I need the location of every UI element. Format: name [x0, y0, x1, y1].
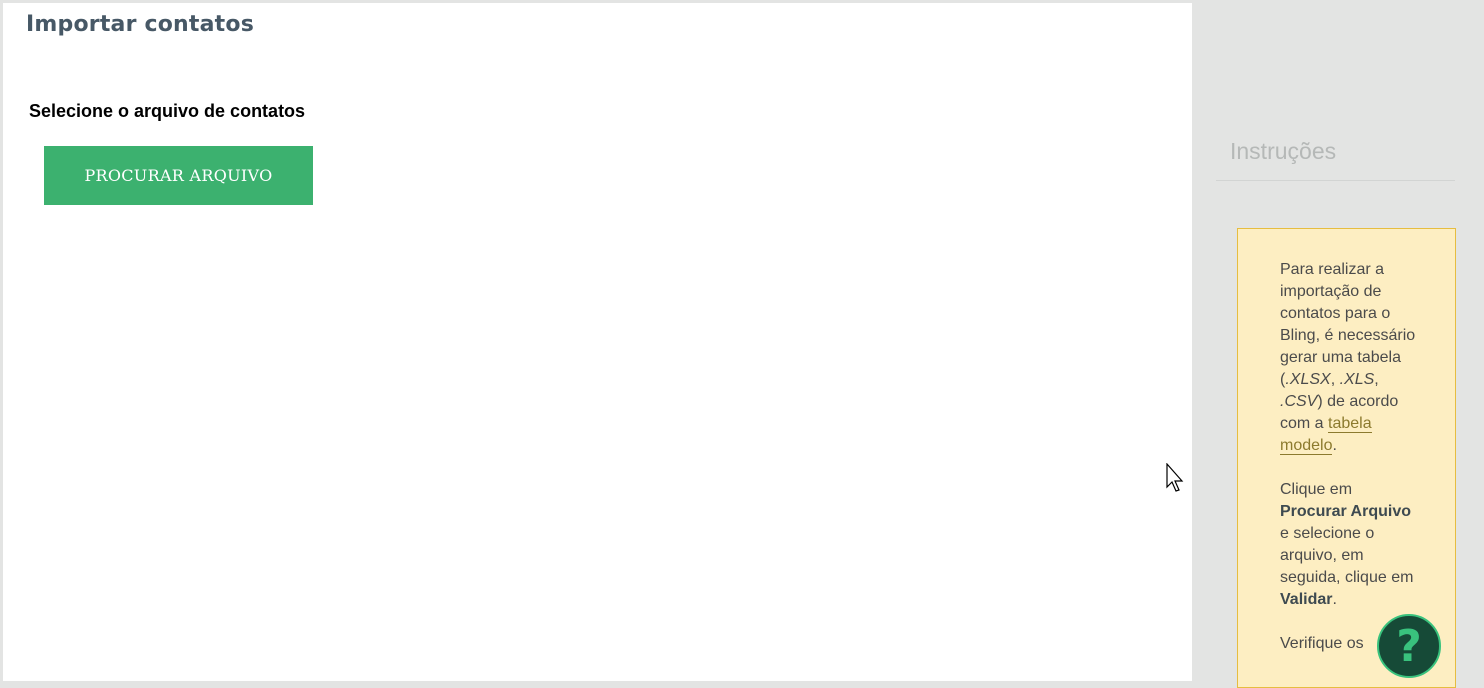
note-text: Para realizar a importação de contatos p…: [1280, 261, 1416, 388]
note-bold-validate: Validar: [1280, 591, 1333, 608]
page-title: Importar contatos: [26, 12, 254, 37]
file-select-label: Selecione o arquivo de contatos: [29, 101, 306, 121]
note-paragraph-1: Para realizar a importação de contatos p…: [1280, 259, 1420, 457]
note-bold-browse: Procurar Arquivo: [1280, 503, 1411, 520]
instructions-title: Instruções: [1230, 138, 1337, 164]
instructions-divider: [1216, 180, 1455, 181]
file-ext-csv: .CSV: [1280, 393, 1318, 410]
note-text: e selecione o arquivo, em seguida, cliqu…: [1280, 525, 1414, 586]
note-paragraph-2: Clique em Procurar Arquivo e selecione o…: [1280, 479, 1420, 611]
note-text: Verifique os: [1280, 635, 1364, 652]
note-text: ,: [1374, 371, 1379, 388]
browse-file-button[interactable]: PROCURAR ARQUIVO: [44, 146, 313, 205]
note-text: Clique em: [1280, 481, 1353, 498]
main-panel: Importar contatos Selecione o arquivo de…: [3, 3, 1192, 681]
file-ext-xlsx: .XLSX: [1285, 371, 1331, 388]
note-text: .: [1332, 591, 1337, 608]
note-text: ,: [1330, 371, 1340, 388]
question-mark-icon: ?: [1396, 620, 1422, 672]
file-ext-xls: .XLS: [1339, 371, 1375, 388]
note-text: .: [1332, 437, 1337, 454]
mouse-cursor-icon: [1166, 463, 1184, 492]
help-button[interactable]: ?: [1377, 614, 1441, 678]
